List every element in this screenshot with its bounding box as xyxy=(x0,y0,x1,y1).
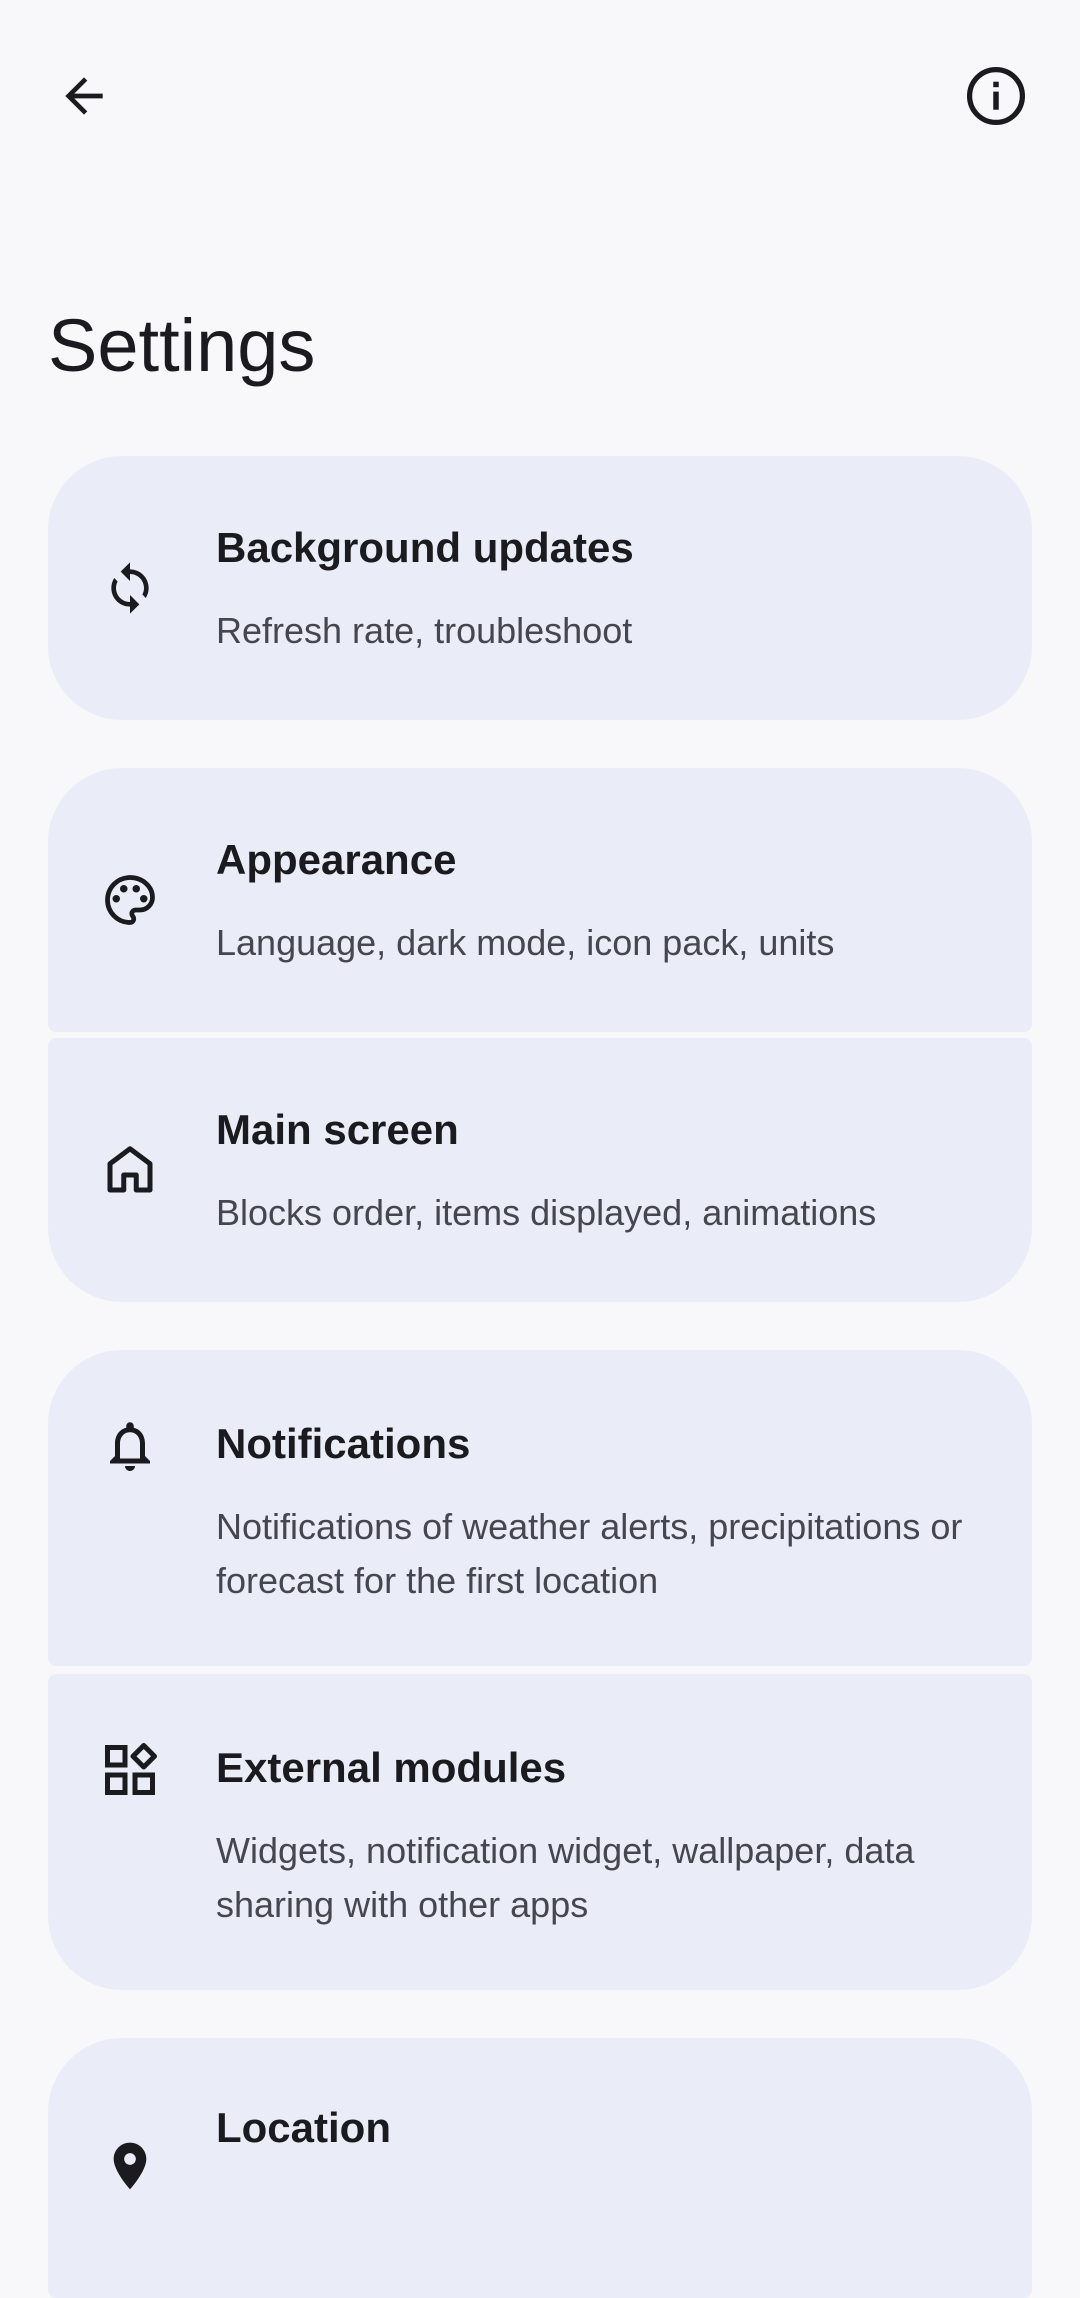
top-app-bar xyxy=(0,0,1080,192)
setting-title: Appearance xyxy=(216,836,457,883)
setting-subtitle: Refresh rate, troubleshoot xyxy=(216,610,633,651)
location-pin-icon xyxy=(100,2136,160,2196)
palette-icon xyxy=(100,870,160,930)
info-icon xyxy=(963,63,1029,129)
widgets-icon xyxy=(100,1740,160,1800)
setting-subtitle: Notifications of weather alerts, precipi… xyxy=(216,1506,963,1601)
setting-subtitle: Language, dark mode, icon pack, units xyxy=(216,922,835,963)
settings-item-background-updates[interactable]: Background updates Refresh rate, trouble… xyxy=(48,456,1032,720)
bell-icon xyxy=(100,1416,160,1476)
page-title: Settings xyxy=(48,304,316,387)
setting-title: Notifications xyxy=(216,1420,471,1467)
settings-item-notifications[interactable]: Notifications Notifications of weather a… xyxy=(48,1350,1032,1666)
setting-subtitle: Blocks order, items displayed, animation… xyxy=(216,1192,877,1233)
settings-item-appearance[interactable]: Appearance Language, dark mode, icon pac… xyxy=(48,768,1032,1032)
info-button[interactable] xyxy=(948,48,1044,144)
setting-title: Background updates xyxy=(216,524,634,571)
sync-icon xyxy=(100,558,160,618)
home-icon xyxy=(100,1140,160,1200)
settings-item-location[interactable]: Location xyxy=(48,2038,1032,2298)
setting-title: Main screen xyxy=(216,1106,459,1153)
settings-item-external-modules[interactable]: External modules Widgets, notification w… xyxy=(48,1674,1032,1990)
setting-title: External modules xyxy=(216,1744,567,1791)
arrow-back-icon xyxy=(56,68,112,124)
settings-item-main-screen[interactable]: Main screen Blocks order, items displaye… xyxy=(48,1038,1032,1302)
setting-title: Location xyxy=(216,2104,391,2151)
setting-subtitle: Widgets, notification widget, wallpaper,… xyxy=(216,1830,915,1925)
back-button[interactable] xyxy=(36,48,132,144)
